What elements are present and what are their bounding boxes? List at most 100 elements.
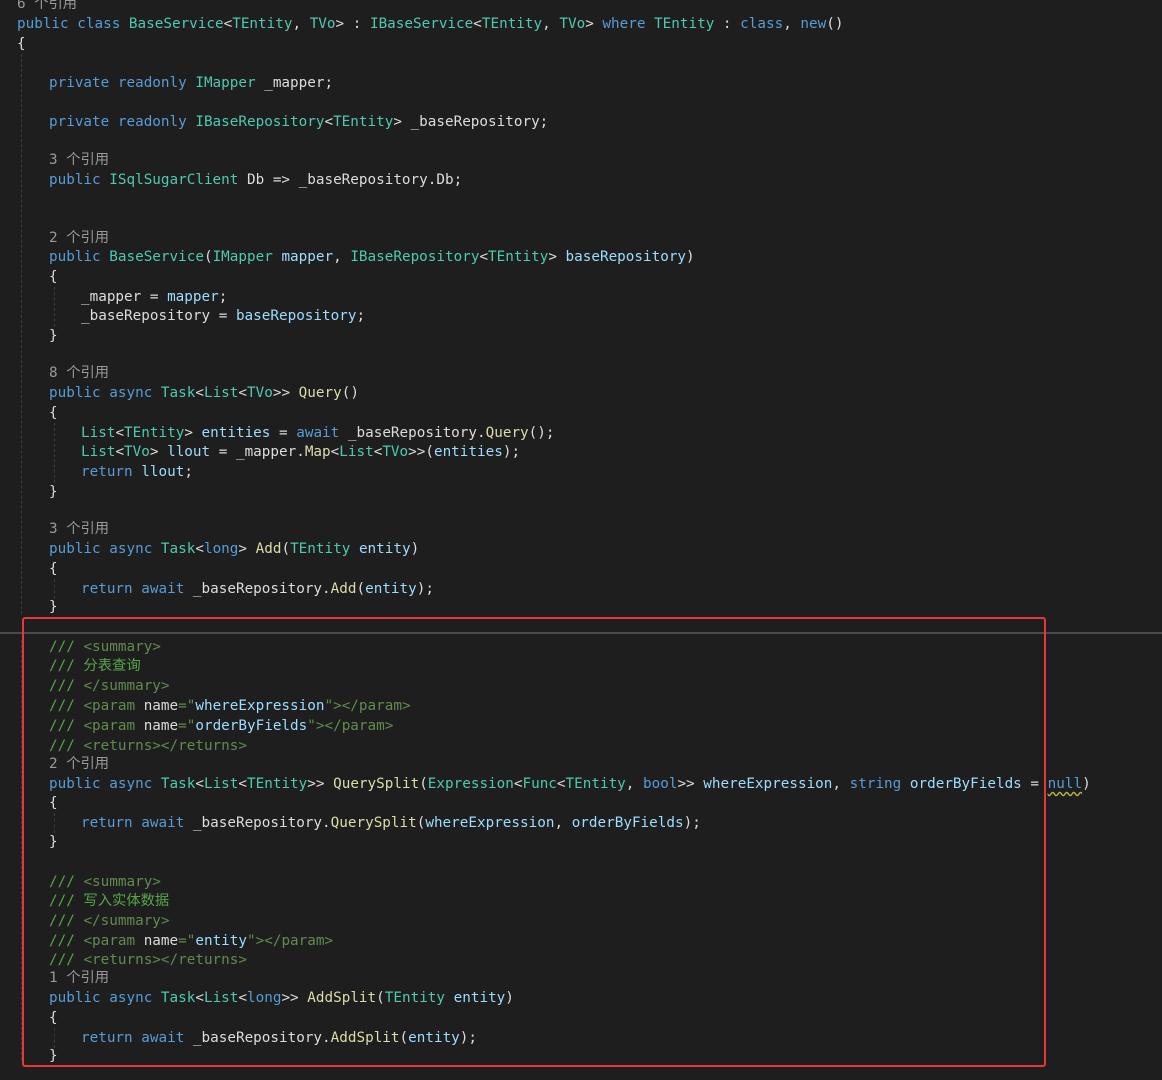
code-line: private readonly IBaseRepository<TEntity… bbox=[49, 112, 548, 132]
code-lens-references[interactable]: 3 个引用 bbox=[49, 519, 109, 539]
code-token: entities bbox=[201, 425, 271, 441]
reference-count[interactable]: 2 个引用 bbox=[49, 230, 109, 246]
code-token: private bbox=[49, 75, 118, 91]
code-token: , bbox=[292, 16, 310, 32]
code-token: { bbox=[49, 269, 58, 285]
code-token: return bbox=[81, 581, 142, 597]
code-token: TEntity bbox=[654, 16, 715, 32]
code-lens-references[interactable]: 2 个引用 bbox=[49, 228, 109, 248]
code-token: ISqlSugarClient bbox=[109, 172, 239, 188]
code-token: = _mapper. bbox=[210, 444, 305, 460]
code-line: { bbox=[49, 267, 58, 287]
code-token: public bbox=[49, 172, 110, 188]
code-token: public bbox=[49, 385, 110, 401]
code-line: _baseRepository = baseRepository; bbox=[81, 306, 365, 326]
code-token: BaseService bbox=[109, 249, 204, 265]
code-token: TEntity bbox=[481, 16, 543, 32]
code-token: { bbox=[49, 561, 58, 577]
code-token: async bbox=[109, 541, 161, 557]
code-token: > _baseRepository; bbox=[393, 114, 549, 130]
code-token: < bbox=[195, 541, 204, 557]
code-token: ( bbox=[356, 581, 366, 597]
code-token: Task bbox=[160, 385, 196, 401]
code-token: baseRepository bbox=[235, 308, 357, 324]
code-token: < bbox=[223, 16, 233, 32]
code-token: entity bbox=[358, 541, 411, 557]
code-line: return await _baseRepository.Add(entity)… bbox=[81, 579, 434, 599]
code-token: Add bbox=[330, 581, 357, 597]
code-line: public class BaseService<TEntity, TVo> :… bbox=[17, 14, 843, 34]
red-highlight-annotation bbox=[22, 617, 1046, 1067]
code-token: ) bbox=[686, 249, 695, 265]
code-lens-references[interactable]: 6 个引用 bbox=[17, 0, 77, 14]
code-token: public bbox=[49, 541, 110, 557]
code-token: > bbox=[149, 444, 168, 460]
code-line: public async Task<long> Add(TEntity enti… bbox=[49, 539, 419, 559]
code-token: () bbox=[826, 16, 844, 32]
code-token: IMapper bbox=[195, 75, 256, 91]
code-token: private bbox=[49, 114, 118, 130]
code-token: TVo bbox=[559, 16, 586, 32]
code-token: { bbox=[49, 405, 58, 421]
code-token: List bbox=[339, 444, 374, 460]
reference-count[interactable]: 6 个引用 bbox=[17, 0, 77, 12]
code-token: >>( bbox=[408, 444, 434, 460]
code-token: < bbox=[330, 444, 340, 460]
reference-count[interactable]: 8 个引用 bbox=[49, 365, 109, 381]
code-token: } bbox=[49, 599, 58, 615]
code-token: = bbox=[270, 425, 297, 441]
code-token: TEntity bbox=[488, 249, 549, 265]
reference-count[interactable]: 3 个引用 bbox=[49, 521, 109, 537]
code-token: class bbox=[77, 16, 129, 32]
code-token: , bbox=[783, 16, 801, 32]
code-line: List<TVo> llout = _mapper.Map<List<TVo>>… bbox=[81, 442, 520, 462]
code-token: Add bbox=[255, 541, 282, 557]
code-token: > bbox=[238, 541, 256, 557]
code-token: TEntity bbox=[333, 114, 394, 130]
code-lens-references[interactable]: 3 个引用 bbox=[49, 150, 109, 170]
code-token: TVo bbox=[309, 16, 336, 32]
code-token: >> bbox=[272, 385, 299, 401]
code-token: > bbox=[585, 16, 603, 32]
code-line: return llout; bbox=[81, 462, 193, 482]
code-token: Task bbox=[160, 541, 196, 557]
code-token: TVo bbox=[124, 444, 150, 460]
code-token: < bbox=[238, 385, 248, 401]
code-token: class bbox=[740, 16, 784, 32]
code-line: } bbox=[49, 326, 58, 346]
code-token: Db => _baseRepository.Db; bbox=[238, 172, 463, 188]
code-token: : bbox=[714, 16, 741, 32]
code-token: TEntity bbox=[124, 425, 185, 441]
code-token: List bbox=[81, 444, 116, 460]
code-line: { bbox=[49, 403, 58, 423]
code-editor[interactable]: 6 个引用 public class BaseService<TEntity, T… bbox=[0, 0, 1162, 1080]
code-token: IBaseRepository bbox=[195, 114, 325, 130]
code-token: { bbox=[17, 36, 26, 52]
code-token: mapper bbox=[167, 289, 219, 305]
code-token: > bbox=[184, 425, 202, 441]
code-token: null bbox=[1047, 776, 1083, 792]
code-line: public BaseService(IMapper mapper, IBase… bbox=[49, 247, 695, 267]
code-token: _mapper; bbox=[255, 75, 334, 91]
code-token: public bbox=[49, 249, 110, 265]
code-lens-references[interactable]: 8 个引用 bbox=[49, 363, 109, 383]
code-token: , bbox=[542, 16, 560, 32]
code-token: ; bbox=[218, 289, 228, 305]
code-token: List bbox=[203, 385, 239, 401]
code-token: > : bbox=[335, 16, 370, 32]
code-token: async bbox=[109, 385, 161, 401]
code-token: < bbox=[115, 444, 125, 460]
code-line: List<TEntity> entities = await _baseRepo… bbox=[81, 423, 555, 443]
code-token: entity bbox=[365, 581, 417, 597]
code-token: readonly bbox=[117, 114, 196, 130]
code-token: < bbox=[473, 16, 482, 32]
code-token: ) bbox=[1082, 776, 1091, 792]
code-token: return bbox=[81, 464, 142, 480]
code-token: , bbox=[333, 249, 351, 265]
code-token: _baseRepository = bbox=[81, 308, 236, 324]
code-token: baseRepository bbox=[565, 249, 687, 265]
code-token: _baseRepository. bbox=[347, 425, 486, 441]
reference-count[interactable]: 3 个引用 bbox=[49, 152, 109, 168]
code-line: } bbox=[49, 482, 58, 502]
